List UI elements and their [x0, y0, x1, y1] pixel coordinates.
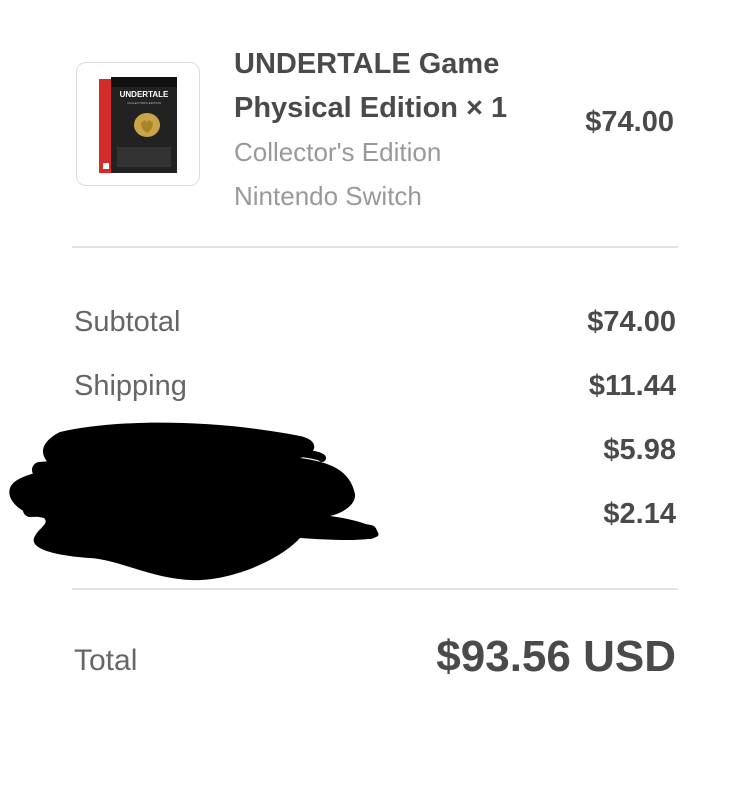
box-title-text: UNDERTALE: [120, 90, 169, 99]
shipping-value: $11.44: [588, 370, 676, 402]
divider: [72, 588, 678, 590]
product-price: $74.00: [585, 106, 674, 138]
line3-value: $5.98: [603, 434, 676, 466]
product-line-item[interactable]: UNDERTALE COLLECTOR'S EDITION UNDERTALE …: [76, 42, 678, 214]
subtotal-value: $74.00: [587, 306, 676, 338]
subtotal-label: Subtotal: [74, 306, 181, 338]
subtotal-row: Subtotal $74.00: [74, 306, 676, 346]
box-top: [111, 77, 177, 87]
box-art-bottom: [117, 147, 171, 167]
game-box-image: UNDERTALE COLLECTOR'S EDITION: [99, 77, 177, 173]
product-title-line-1: UNDERTALE Game: [234, 48, 500, 80]
box-subtitle-text: COLLECTOR'S EDITION: [127, 101, 161, 105]
total-row: Total $93.56 USD: [74, 632, 676, 692]
product-info: UNDERTALE Game Physical Edition × 1 Coll…: [234, 42, 534, 218]
product-title-line-2: Physical Edition × 1: [234, 92, 508, 124]
total-value: $93.56 USD: [436, 632, 676, 681]
rating-icon: [103, 163, 109, 169]
shipping-row: Shipping $11.44: [74, 370, 676, 410]
product-edition: Collector's Edition: [234, 137, 442, 167]
order-summary-page: UNDERTALE COLLECTOR'S EDITION UNDERTALE …: [0, 0, 750, 796]
redaction-scribble: [9, 422, 379, 581]
divider: [72, 246, 678, 248]
product-platform: Nintendo Switch: [234, 181, 422, 211]
product-thumbnail[interactable]: UNDERTALE COLLECTOR'S EDITION: [76, 62, 200, 186]
box-spine: [99, 79, 113, 173]
total-label: Total: [74, 644, 138, 677]
shipping-label: Shipping: [74, 370, 187, 402]
line4-value: $2.14: [603, 498, 676, 530]
